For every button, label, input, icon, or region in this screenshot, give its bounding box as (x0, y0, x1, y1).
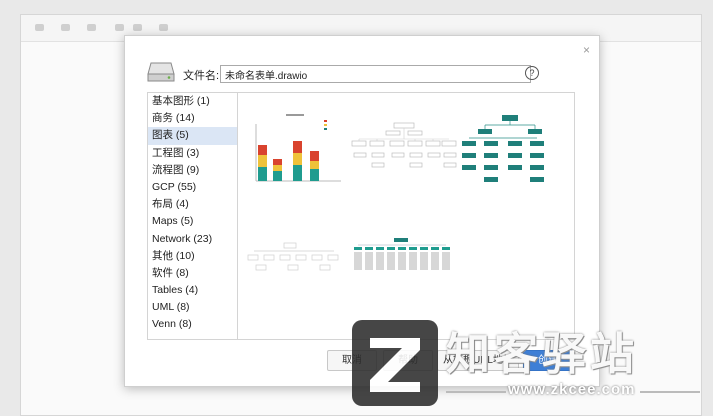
toolbar-fill-icon (159, 24, 168, 31)
category-item[interactable]: GCP (55) (148, 179, 238, 196)
file-name-input[interactable]: 未命名表单.drawio (220, 65, 531, 83)
category-item[interactable]: Venn (8) (148, 316, 238, 333)
toolbar-redo-icon (61, 24, 70, 31)
watermark-divider-right (640, 391, 700, 393)
category-item[interactable]: Tables (4) (148, 282, 238, 299)
drive-icon (147, 62, 175, 82)
template-flow-chart-light[interactable] (350, 121, 458, 185)
category-item[interactable]: 工程图 (3) (148, 145, 238, 162)
category-item[interactable]: 软件 (8) (148, 265, 238, 282)
category-item[interactable]: 流程图 (9) (148, 162, 238, 179)
category-item[interactable]: Network (23) (148, 231, 238, 248)
category-item[interactable]: 其他 (10) (148, 248, 238, 265)
toolbar-delete-icon (87, 24, 96, 31)
close-icon[interactable]: × (583, 43, 590, 57)
category-item[interactable]: UML (8) (148, 299, 238, 316)
toolbar-front-icon (115, 24, 124, 31)
template-tiered-diagram[interactable] (352, 237, 452, 273)
help-icon[interactable]: ? (525, 66, 539, 80)
watermark-url: www.zkcee.com (508, 381, 636, 398)
category-item[interactable]: 基本图形 (1) (148, 93, 238, 110)
template-grid (237, 92, 575, 340)
template-org-chart[interactable] (460, 113, 560, 191)
watermark-logo (352, 320, 438, 406)
toolbar-undo-icon (35, 24, 44, 31)
category-item[interactable]: 布局 (4) (148, 196, 238, 213)
template-network-diagram[interactable] (244, 241, 344, 273)
template-category-list: 基本图形 (1) 商务 (14) 图表 (5) 工程图 (3) 流程图 (9) GCP (… (147, 92, 238, 340)
watermark-divider-left (446, 391, 506, 393)
template-bar-chart[interactable] (246, 109, 346, 189)
file-name-label: 文件名: (183, 70, 220, 82)
category-item[interactable]: Maps (5) (148, 213, 238, 230)
watermark-z-icon (370, 338, 420, 392)
toolbar-back-icon (133, 24, 142, 31)
category-item[interactable]: 商务 (14) (148, 110, 238, 127)
category-item[interactable]: 图表 (5) (148, 127, 238, 145)
watermark-brand: 知客驿站 (446, 329, 638, 380)
